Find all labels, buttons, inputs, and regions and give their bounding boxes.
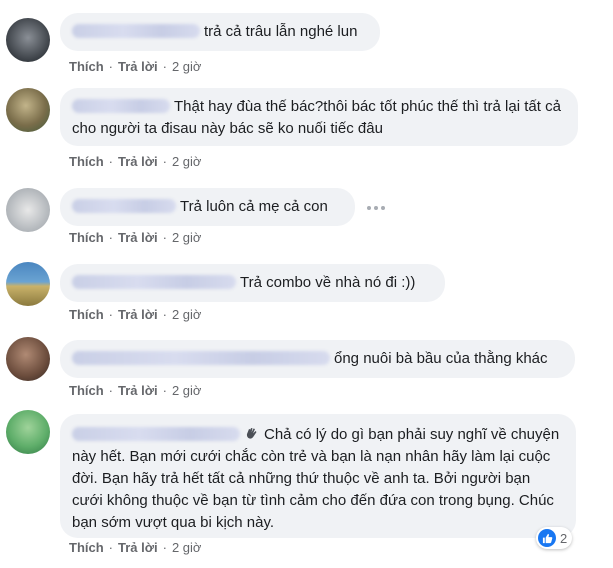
like-link[interactable]: Thích [69, 154, 104, 169]
timestamp[interactable]: 2 giờ [172, 154, 202, 169]
avatar[interactable] [6, 410, 50, 454]
comment-actions: Thích · Trả lời · 2 giờ [69, 59, 202, 74]
comment-text: ổng nuôi bà bầu của thằng khác [334, 350, 548, 367]
like-link[interactable]: Thích [69, 230, 104, 245]
avatar[interactable] [6, 337, 50, 381]
avatar[interactable] [6, 188, 50, 232]
comment-bubble: Thật hay đùa thế bác?thôi bác tốt phúc t… [60, 88, 578, 146]
author-name[interactable] [72, 427, 240, 441]
author-name[interactable] [72, 199, 176, 213]
like-link[interactable]: Thích [69, 540, 104, 555]
reply-link[interactable]: Trả lời [118, 383, 158, 398]
reaction-count: 2 [560, 530, 568, 546]
like-link[interactable]: Thích [69, 383, 104, 398]
timestamp[interactable]: 2 giờ [172, 307, 202, 322]
comment-bubble: Trả luôn cả mẹ cả con [60, 188, 355, 226]
author-name[interactable] [72, 351, 330, 365]
like-reaction-icon [538, 529, 556, 547]
comment-text: Chả có lý do gì bạn phải suy nghĩ về chu… [72, 426, 560, 531]
timestamp[interactable]: 2 giờ [172, 540, 202, 555]
avatar[interactable] [6, 262, 50, 306]
comment-actions: Thích · Trả lời · 2 giờ [69, 154, 202, 169]
comment-actions: Thích · Trả lời · 2 giờ [69, 383, 202, 398]
comment-actions: Thích · Trả lời · 2 giờ [69, 230, 202, 245]
reply-link[interactable]: Trả lời [118, 59, 158, 74]
like-link[interactable]: Thích [69, 307, 104, 322]
waving-hand-icon [244, 425, 260, 441]
reply-link[interactable]: Trả lời [118, 230, 158, 245]
author-name[interactable] [72, 275, 236, 289]
comment-actions: Thích · Trả lời · 2 giờ [69, 307, 202, 322]
timestamp[interactable]: 2 giờ [172, 383, 202, 398]
reaction-summary[interactable]: 2 [536, 527, 573, 549]
comment-bubble: ổng nuôi bà bầu của thằng khác [60, 340, 575, 378]
like-link[interactable]: Thích [69, 59, 104, 74]
timestamp[interactable]: 2 giờ [172, 59, 202, 74]
author-name[interactable] [72, 99, 170, 113]
comment-actions: Thích · Trả lời · 2 giờ [69, 540, 202, 555]
comment-bubble: Trả combo về nhà nó đi :)) [60, 264, 445, 302]
comment-bubble: trả cả trâu lẫn nghé lun [60, 13, 380, 51]
comment-text: Trả combo về nhà nó đi :)) [240, 274, 416, 291]
reply-link[interactable]: Trả lời [118, 307, 158, 322]
reply-link[interactable]: Trả lời [118, 154, 158, 169]
comment-text: Trả luôn cả mẹ cả con [180, 198, 328, 215]
author-name[interactable] [72, 24, 200, 38]
reply-link[interactable]: Trả lời [118, 540, 158, 555]
avatar[interactable] [6, 88, 50, 132]
comment-text: trả cả trâu lẫn nghé lun [204, 23, 358, 40]
more-options-icon[interactable] [364, 203, 388, 213]
timestamp[interactable]: 2 giờ [172, 230, 202, 245]
avatar[interactable] [6, 18, 50, 62]
comment-bubble: Chả có lý do gì bạn phải suy nghĩ về chu… [60, 414, 576, 538]
